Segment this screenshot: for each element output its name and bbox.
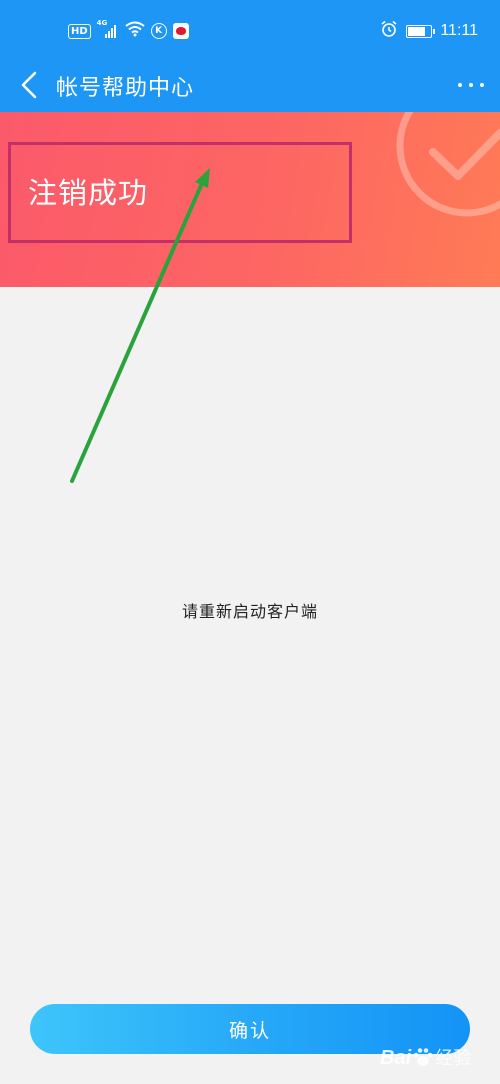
status-left-icons: HD 4G K [68,19,189,42]
battery-icon [406,24,436,38]
status-right-icons: 11:11 [380,20,478,42]
4g-signal-icon: 4G [97,19,119,39]
wifi-icon [125,21,145,41]
more-dots-icon [458,83,462,87]
restart-message: 请重新启动客户端 [181,602,318,621]
hd-icon: HD [68,23,91,39]
clock-time: 11:11 [440,22,478,39]
watermark-suffix: 经验 [435,1048,472,1069]
back-button[interactable] [14,68,48,102]
alarm-icon [380,20,398,42]
success-banner: 注销成功 [0,112,500,287]
watermark-prefix: Bai [380,1047,412,1069]
status-bar: HD 4G K 11:11 [0,0,500,60]
baidu-paw-icon [413,1048,433,1066]
check-circle-icon [396,112,500,217]
banner-title: 注销成功 [28,176,149,210]
more-button[interactable] [454,68,488,102]
baidu-watermark: Bai 经验 [380,1026,471,1070]
chevron-left-icon [21,71,37,99]
k-app-icon: K [150,23,167,39]
page-title: 帐号帮助中心 [56,76,195,101]
weibo-icon [172,23,189,39]
title-bar: 帐号帮助中心 [0,60,500,112]
